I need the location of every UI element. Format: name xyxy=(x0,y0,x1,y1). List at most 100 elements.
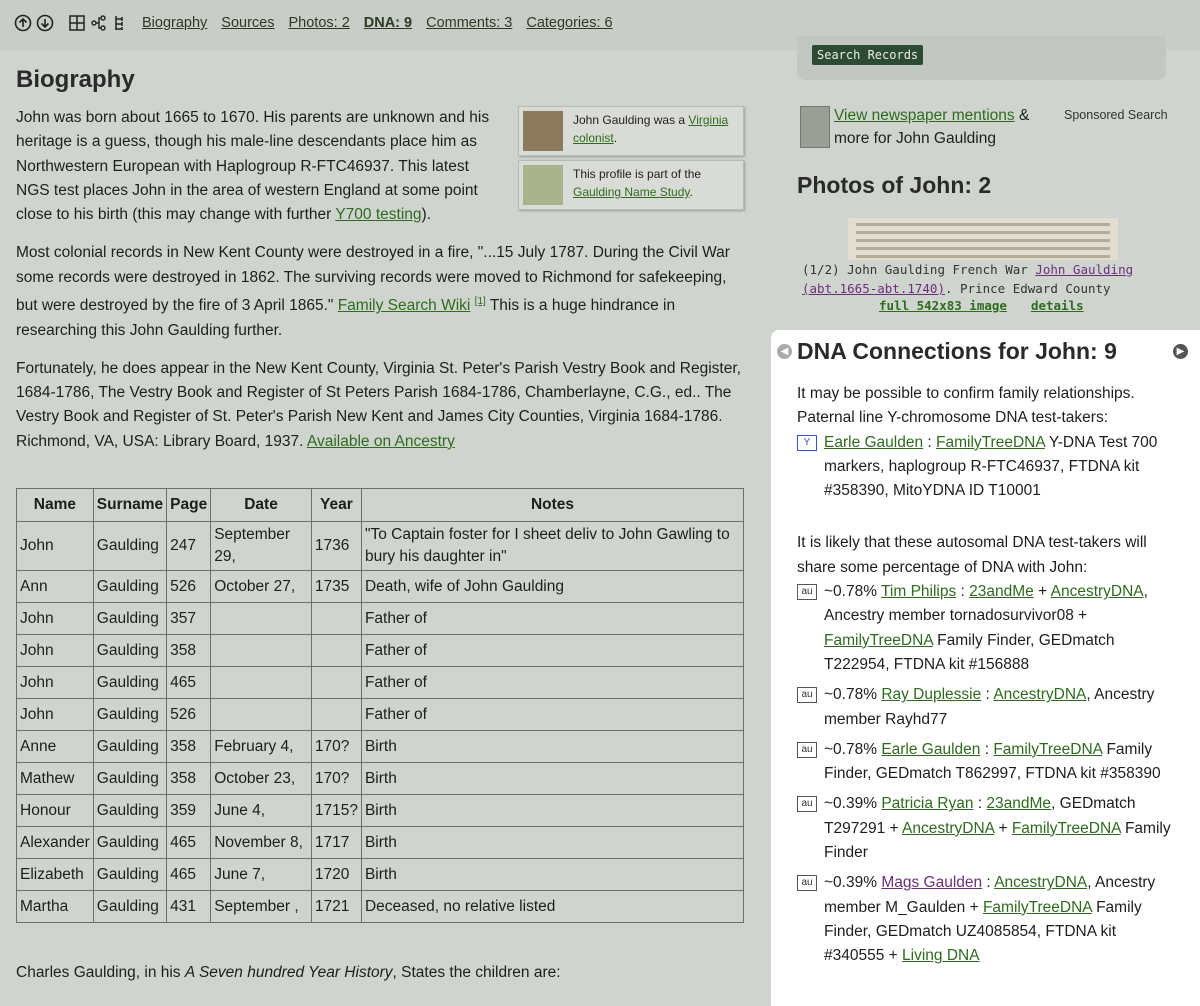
next-arrow-icon[interactable]: ▶ xyxy=(1173,344,1188,359)
table-cell: John xyxy=(16,698,94,732)
company-link[interactable]: Living DNA xyxy=(902,947,980,964)
tree-diagram-icon[interactable] xyxy=(90,14,108,32)
photo-caption: (1/2) John Gaulding French War John Gaul… xyxy=(802,262,1134,296)
arrow-down-circle-icon[interactable] xyxy=(36,14,54,32)
autosomal-entry: au ~0.78% Earle Gaulden : FamilyTreeDNA F… xyxy=(797,738,1177,787)
separator: : xyxy=(956,583,970,601)
table-cell: 1735 xyxy=(310,570,362,604)
company-link[interactable]: AncestryDNA xyxy=(993,686,1086,703)
table-cell xyxy=(310,602,362,636)
nav-dna[interactable]: DNA: 9 xyxy=(364,15,412,31)
dna-body: It may be possible to confirm family rel… xyxy=(797,382,1177,975)
table-row: Martha Gaulding 431 September , 1721 Deceased… xyxy=(16,890,745,924)
name-study-link[interactable]: Gaulding Name Study xyxy=(573,185,690,199)
bio-paragraph-2: Most colonial records in New Kent County… xyxy=(16,244,730,339)
table-cell: 358 xyxy=(166,730,212,764)
match-percent: ~0.78% xyxy=(824,740,882,758)
arrow-up-circle-icon[interactable] xyxy=(14,14,32,32)
company-link[interactable]: AncestryDNA xyxy=(994,874,1087,891)
table-cell: Elizabeth xyxy=(16,858,94,892)
y700-testing-link[interactable]: Y700 testing xyxy=(335,206,421,223)
biography-section: Biography John Gaulding was a Virginia c… xyxy=(16,60,745,999)
company-link[interactable]: 23andMe xyxy=(986,795,1051,812)
full-image-link[interactable]: full 542x83 image xyxy=(879,298,1007,313)
table-cell xyxy=(310,666,362,700)
table-cell: Ann xyxy=(16,570,94,604)
table-cell: 358 xyxy=(166,762,212,796)
table-cell: Father of xyxy=(360,634,745,668)
company-link[interactable]: AncestryDNA xyxy=(1051,583,1144,600)
table-cell: Gaulding xyxy=(92,730,168,764)
table-cell: June 4, xyxy=(210,794,312,828)
company-link[interactable]: 23andMe xyxy=(969,583,1034,600)
photo-thumbnail[interactable] xyxy=(848,218,1118,260)
table-cell: 247 xyxy=(166,521,212,572)
table-cell: Birth xyxy=(360,858,745,892)
table-cell: February 4, xyxy=(210,730,312,764)
test-taker-link[interactable]: Ray Duplessie xyxy=(881,686,981,703)
company-link[interactable]: FamilyTreeDNA xyxy=(993,741,1102,758)
table-cell: 1721 xyxy=(310,890,362,924)
name-study-box: This profile is part of the Gaulding Nam… xyxy=(518,160,744,210)
table-cell: Birth xyxy=(360,762,745,796)
footnote-ref[interactable]: [1] xyxy=(475,296,486,307)
nav-comments[interactable]: Comments: 3 xyxy=(426,15,512,31)
biography-title: Biography xyxy=(16,66,135,93)
column-header: Notes xyxy=(360,488,745,523)
test-taker-link[interactable]: Mags Gaulden xyxy=(881,874,982,891)
company-link[interactable]: FamilyTreeDNA xyxy=(824,632,933,649)
test-taker-link[interactable]: Patricia Ryan xyxy=(881,795,973,812)
column-header: Name xyxy=(16,488,94,523)
nav-biography[interactable]: Biography xyxy=(142,15,207,31)
table-cell: 170? xyxy=(310,730,362,764)
table-cell: John xyxy=(16,521,94,572)
table-cell: 359 xyxy=(166,794,212,828)
search-records-button[interactable]: Search Records xyxy=(812,45,924,65)
ancestry-link[interactable]: Available on Ancestry xyxy=(307,433,455,450)
dna-intro-paternal: It may be possible to confirm family rel… xyxy=(797,385,1135,427)
table-row: Mathew Gaulding 358 October 23, 170? Birth xyxy=(16,762,745,796)
photo-links: full 542x83 image details xyxy=(879,298,1084,313)
test-taker-link[interactable]: Earle Gaulden xyxy=(881,741,980,758)
profile-boxes: John Gaulding was a Virginia colonist. T… xyxy=(518,106,744,214)
dna-intro-autosomal: It is likely that these autosomal DNA te… xyxy=(797,534,1147,576)
table-cell: John xyxy=(16,666,94,700)
table-cell: September 29, xyxy=(210,521,312,572)
photos-title: Photos of John: 2 xyxy=(797,172,992,198)
table-row: Anne Gaulding 358 February 4, 170? Birth xyxy=(16,730,745,764)
au-badge-icon: au xyxy=(797,741,817,758)
company-link[interactable]: FamilyTreeDNA xyxy=(936,434,1045,451)
table-cell: Birth xyxy=(360,794,745,828)
entry-text: + xyxy=(994,819,1012,837)
column-header: Surname xyxy=(92,488,168,523)
company-link[interactable]: FamilyTreeDNA xyxy=(983,899,1092,916)
nav-categories[interactable]: Categories: 6 xyxy=(526,15,612,31)
table-cell: Gaulding xyxy=(92,666,168,700)
family-search-wiki-link[interactable]: Family Search Wiki xyxy=(338,297,471,314)
prev-arrow-icon[interactable]: ◀ xyxy=(777,344,792,359)
test-taker-link[interactable]: Earle Gaulden xyxy=(824,434,923,451)
table-cell: Gaulding xyxy=(92,826,168,860)
test-taker-link[interactable]: Tim Philips xyxy=(881,583,956,600)
profile-nav: Biography Sources Photos: 2 DNA: 9 Comme… xyxy=(14,14,613,32)
table-cell: 1720 xyxy=(310,858,362,892)
table-cell: John xyxy=(16,602,94,636)
autosomal-list: au ~0.78% Tim Philips : 23andMe + Ancestr… xyxy=(797,580,1177,968)
column-header: Page xyxy=(166,488,212,523)
company-link[interactable]: AncestryDNA xyxy=(902,820,994,837)
au-badge-icon: au xyxy=(797,796,817,813)
match-percent: ~0.78% xyxy=(824,686,882,704)
newspaper-mentions-link[interactable]: View newspaper mentions xyxy=(834,107,1015,124)
table-cell: "To Captain foster for I sheet deliv to … xyxy=(360,521,745,572)
photo-details-link[interactable]: details xyxy=(1031,298,1084,313)
table-cell: Gaulding xyxy=(92,521,168,572)
nav-sources[interactable]: Sources xyxy=(221,15,274,31)
grid-icon[interactable] xyxy=(68,14,86,32)
company-link[interactable]: FamilyTreeDNA xyxy=(1012,820,1121,837)
table-cell: 1717 xyxy=(310,826,362,860)
nav-photos[interactable]: Photos: 2 xyxy=(289,15,350,31)
hierarchy-icon[interactable] xyxy=(112,14,130,32)
separator: : xyxy=(982,874,995,892)
match-percent: ~0.78% xyxy=(824,583,882,601)
table-cell: 526 xyxy=(166,698,212,732)
